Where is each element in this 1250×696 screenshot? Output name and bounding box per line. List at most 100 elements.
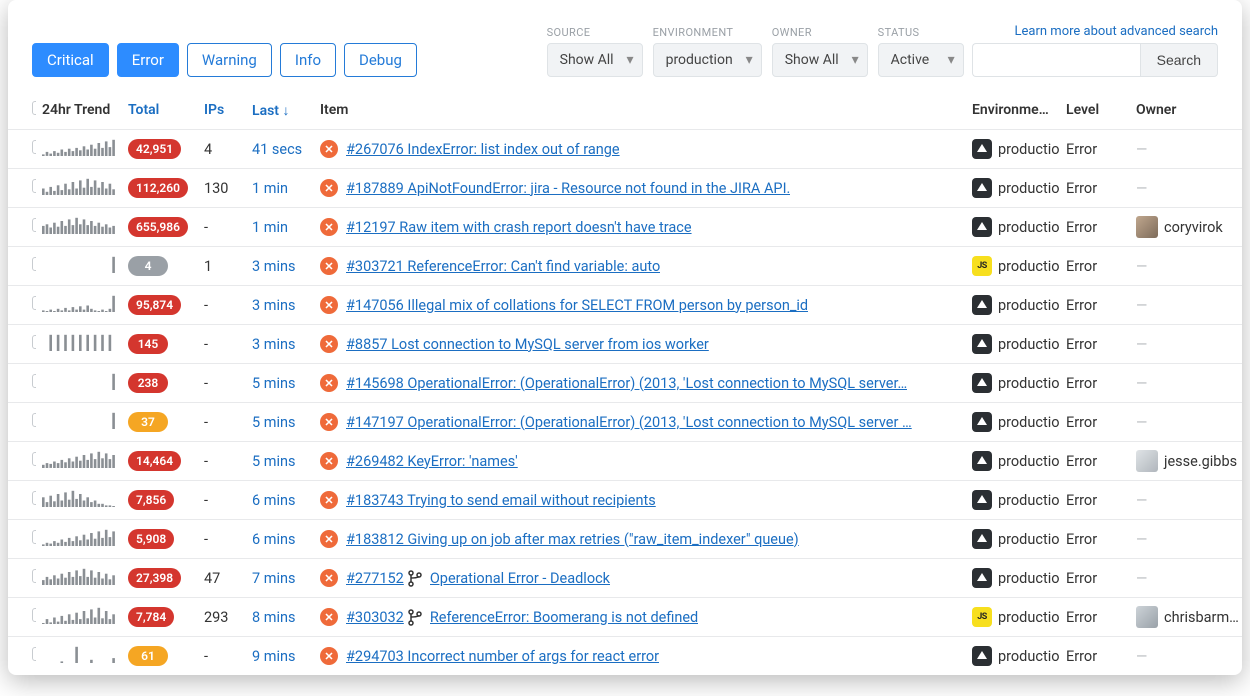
- search-input[interactable]: [972, 43, 1140, 77]
- item-link[interactable]: #183812 Giving up on job after max retri…: [346, 531, 799, 548]
- filter-status-select[interactable]: Active ▾: [878, 43, 964, 77]
- filter-owner-label: OWNER: [772, 26, 868, 39]
- item-link[interactable]: #8857 Lost connection to MySQL server fr…: [346, 336, 709, 353]
- level-text: Error: [1060, 130, 1130, 169]
- last-seen-link[interactable]: 7 mins: [252, 570, 295, 587]
- select-all-checkbox[interactable]: [32, 101, 36, 115]
- level-button-debug[interactable]: Debug: [344, 43, 417, 77]
- item-link[interactable]: #267076 IndexError: list index out of ra…: [346, 141, 620, 158]
- env-text: production: [998, 414, 1060, 431]
- avatar: [1136, 216, 1158, 238]
- row-checkbox[interactable]: [32, 257, 36, 271]
- row-checkbox[interactable]: [32, 413, 36, 427]
- row-checkbox[interactable]: [32, 296, 36, 310]
- last-seen-link[interactable]: 1 min: [252, 219, 288, 236]
- item-link[interactable]: #277152: [346, 570, 404, 587]
- last-seen-link[interactable]: 3 mins: [252, 297, 295, 314]
- search-row: Search: [972, 43, 1218, 77]
- row-checkbox[interactable]: [32, 374, 36, 388]
- row-checkbox[interactable]: [32, 179, 36, 193]
- last-seen-link[interactable]: 1 min: [252, 180, 288, 197]
- last-seen-link[interactable]: 8 mins: [252, 609, 295, 626]
- trend-cell: [36, 559, 122, 598]
- col-item[interactable]: Item: [314, 93, 966, 130]
- row-checkbox[interactable]: [32, 452, 36, 466]
- col-trend[interactable]: 24hr Trend: [36, 93, 122, 130]
- row-checkbox[interactable]: [32, 647, 36, 661]
- item-link[interactable]: #294703 Incorrect number of args for rea…: [346, 648, 659, 665]
- level-button-critical[interactable]: Critical: [32, 43, 109, 77]
- row-checkbox[interactable]: [32, 218, 36, 232]
- item-link[interactable]: #12197 Raw item with crash report doesn'…: [346, 219, 692, 236]
- item-link[interactable]: ReferenceError: Boomerang is not defined: [430, 609, 698, 626]
- env-text: production: [998, 219, 1060, 236]
- row-checkbox[interactable]: [32, 491, 36, 505]
- col-level[interactable]: Level: [1060, 93, 1130, 130]
- level-button-info[interactable]: Info: [280, 43, 336, 77]
- ips-cell: -: [198, 286, 246, 325]
- last-seen-link[interactable]: 5 mins: [252, 375, 295, 392]
- error-icon: [320, 491, 338, 509]
- item-link[interactable]: #303032: [346, 609, 404, 626]
- trend-cell: [36, 481, 122, 520]
- item-link[interactable]: #183743 Trying to send email without rec…: [346, 492, 656, 509]
- row-checkbox[interactable]: [32, 530, 36, 544]
- item-link[interactable]: #147197 OperationalError: (OperationalEr…: [346, 414, 912, 431]
- ips-cell: 130: [198, 169, 246, 208]
- ips-cell: -: [198, 442, 246, 481]
- item-link[interactable]: #187889 ApiNotFoundError: jira - Resourc…: [346, 180, 790, 197]
- filter-environment-select[interactable]: production ▾: [653, 43, 762, 77]
- search-button[interactable]: Search: [1140, 43, 1218, 77]
- env-text: production: [998, 570, 1060, 587]
- col-owner[interactable]: Owner: [1130, 93, 1242, 130]
- item-link[interactable]: #147056 Illegal mix of collations for SE…: [346, 297, 808, 314]
- ips-cell: -: [198, 325, 246, 364]
- filter-source-label: SOURCE: [547, 26, 643, 39]
- col-total[interactable]: Total: [122, 93, 198, 130]
- last-seen-link[interactable]: 3 mins: [252, 336, 295, 353]
- row-checkbox[interactable]: [32, 569, 36, 583]
- last-seen-link[interactable]: 9 mins: [252, 648, 295, 665]
- col-env[interactable]: Environmen…: [966, 93, 1060, 130]
- level-text: Error: [1060, 520, 1130, 559]
- level-text: Error: [1060, 559, 1130, 598]
- row-checkbox[interactable]: [32, 335, 36, 349]
- table-body: 42,951 4 41 secs #267076 IndexError: lis…: [8, 130, 1242, 676]
- error-icon: [320, 647, 338, 665]
- total-pill: 145: [128, 334, 168, 354]
- filter-source-select[interactable]: Show All ▾: [547, 43, 643, 77]
- level-text: Error: [1060, 364, 1130, 403]
- ips-cell: 47: [198, 559, 246, 598]
- item-link[interactable]: #303721 ReferenceError: Can't find varia…: [346, 258, 660, 275]
- last-seen-link[interactable]: 3 mins: [252, 258, 295, 275]
- total-pill: 7,784: [128, 607, 174, 627]
- filter-owner-select[interactable]: Show All ▾: [772, 43, 868, 77]
- filter-status-label: STATUS: [878, 26, 964, 39]
- trend-cell: [36, 598, 122, 637]
- last-seen-link[interactable]: 41 secs: [252, 141, 302, 158]
- advanced-search-link[interactable]: Learn more about advanced search: [1015, 24, 1218, 39]
- last-seen-link[interactable]: 5 mins: [252, 453, 295, 470]
- row-checkbox[interactable]: [32, 140, 36, 154]
- error-icon: [320, 335, 338, 353]
- level-button-warning[interactable]: Warning: [187, 43, 272, 77]
- item-link[interactable]: Operational Error - Deadlock: [430, 570, 610, 587]
- error-icon: [320, 452, 338, 470]
- last-seen-link[interactable]: 6 mins: [252, 492, 295, 509]
- last-seen-link[interactable]: 6 mins: [252, 531, 295, 548]
- col-last[interactable]: Last: [246, 93, 314, 130]
- item-link[interactable]: #145698 OperationalError: (OperationalEr…: [346, 375, 907, 392]
- env-text: production: [998, 531, 1060, 548]
- row-checkbox[interactable]: [32, 608, 36, 622]
- trend-cell: [36, 364, 122, 403]
- total-pill: 37: [128, 412, 168, 432]
- platform-js-icon: [972, 256, 992, 276]
- trend-cell: [36, 130, 122, 169]
- env-text: production: [998, 336, 1060, 353]
- total-pill: 61: [128, 646, 168, 666]
- item-link[interactable]: #269482 KeyError: 'names': [346, 453, 518, 470]
- table-row: 61 - 9 mins #294703 Incorrect number of …: [8, 637, 1242, 676]
- last-seen-link[interactable]: 5 mins: [252, 414, 295, 431]
- col-ips[interactable]: IPs: [198, 93, 246, 130]
- level-button-error[interactable]: Error: [117, 43, 179, 77]
